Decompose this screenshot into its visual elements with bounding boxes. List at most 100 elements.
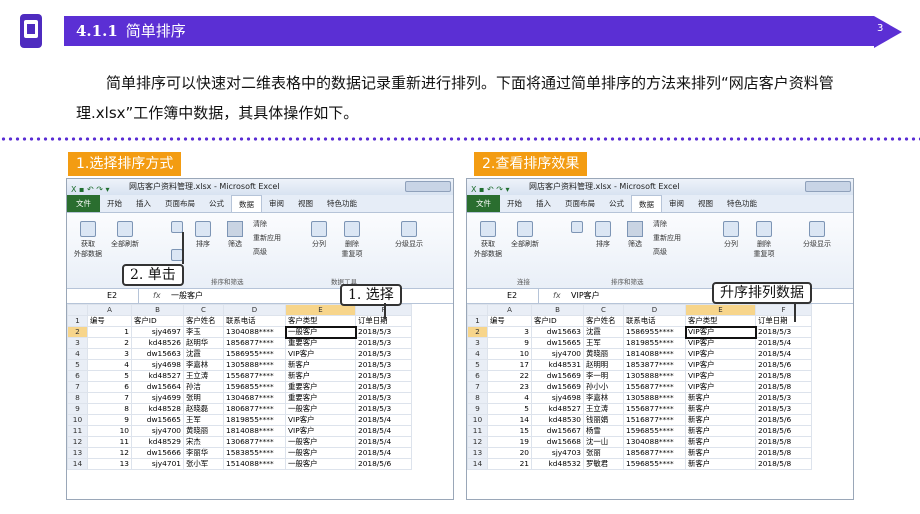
row-header[interactable]: 14: [467, 458, 488, 470]
cell[interactable]: kd48527: [531, 403, 584, 415]
cell[interactable]: 1: [87, 326, 132, 338]
cell[interactable]: sjy4701: [131, 458, 184, 470]
tab-7[interactable]: 视图: [691, 195, 720, 212]
cell[interactable]: 王立涛: [583, 403, 624, 415]
cell[interactable]: 21: [487, 458, 532, 470]
cell[interactable]: 1814088****: [223, 425, 286, 437]
cell[interactable]: VIP客户: [685, 370, 756, 382]
cell[interactable]: 孙小小: [583, 381, 624, 393]
cell[interactable]: 李嘉林: [583, 392, 624, 404]
row-header[interactable]: 6: [67, 370, 88, 382]
cell[interactable]: 1856877****: [623, 447, 686, 459]
cell[interactable]: 1516877****: [623, 414, 686, 426]
cell[interactable]: sjy4700: [131, 425, 184, 437]
row-header[interactable]: 3: [467, 337, 488, 349]
cell[interactable]: dw15665: [131, 414, 184, 426]
cell[interactable]: 2018/5/3: [755, 392, 812, 404]
row-header[interactable]: 14: [67, 458, 88, 470]
formula-input[interactable]: 一般客户: [171, 289, 203, 303]
cell[interactable]: sjy4698: [131, 359, 184, 371]
cell[interactable]: 1853877****: [623, 359, 686, 371]
split-column-button[interactable]: 分列: [717, 221, 745, 249]
cell[interactable]: 7: [87, 392, 132, 404]
cell[interactable]: 客户姓名: [583, 315, 624, 327]
cell[interactable]: 黄晓丽: [183, 425, 224, 437]
column-header[interactable]: C: [583, 304, 624, 316]
cell[interactable]: 新客户: [685, 425, 756, 437]
row-header[interactable]: 10: [467, 414, 488, 426]
row-header[interactable]: 4: [467, 348, 488, 360]
cell[interactable]: VIP客户: [685, 348, 756, 360]
cell[interactable]: 新客户: [685, 458, 756, 470]
cell[interactable]: VIP客户: [285, 425, 356, 437]
row-header[interactable]: 6: [467, 370, 488, 382]
cell[interactable]: 2018/5/6: [355, 458, 412, 470]
cell[interactable]: 重要客户: [285, 337, 356, 349]
filter-button[interactable]: 筛选: [621, 221, 649, 249]
cell[interactable]: 客户类型: [685, 315, 756, 327]
cell[interactable]: 客户类型: [285, 315, 356, 327]
cell[interactable]: 孙洁: [183, 381, 224, 393]
cell[interactable]: 一般客户: [285, 403, 356, 415]
cell[interactable]: 张明: [183, 392, 224, 404]
tab-3[interactable]: 页面布局: [558, 195, 602, 212]
cell[interactable]: 杨雪: [583, 425, 624, 437]
tab-0[interactable]: 文件: [467, 195, 500, 212]
cell[interactable]: dw15663: [531, 326, 584, 338]
cell[interactable]: 1556877****: [623, 403, 686, 415]
tab-2[interactable]: 插入: [529, 195, 558, 212]
cell[interactable]: 14: [487, 414, 532, 426]
cell[interactable]: 1806877****: [223, 403, 286, 415]
cell[interactable]: 1304088****: [223, 326, 286, 338]
column-header[interactable]: E: [685, 304, 756, 316]
cell[interactable]: 1596855****: [623, 458, 686, 470]
filter-button[interactable]: 筛选: [221, 221, 249, 249]
tab-5[interactable]: 数据: [231, 195, 262, 212]
row-header[interactable]: 11: [67, 425, 88, 437]
sort-button[interactable]: 排序: [589, 221, 617, 249]
row-header[interactable]: 10: [67, 414, 88, 426]
cell[interactable]: 新客户: [285, 359, 356, 371]
row-header[interactable]: 8: [67, 392, 88, 404]
sort-az-icon[interactable]: [567, 221, 587, 235]
cell[interactable]: 王军: [183, 414, 224, 426]
formula-input[interactable]: VIP客户: [571, 289, 600, 303]
cell[interactable]: 一般客户: [284, 325, 357, 339]
cell[interactable]: VIP客户: [685, 337, 756, 349]
column-header[interactable]: F: [755, 304, 812, 316]
cell[interactable]: 1596855****: [623, 425, 686, 437]
cell[interactable]: 李一明: [583, 370, 624, 382]
column-header[interactable]: E: [285, 304, 356, 316]
cell[interactable]: sjy4697: [131, 326, 184, 338]
cell[interactable]: VIP客户: [285, 348, 356, 360]
cell[interactable]: 8: [87, 403, 132, 415]
cell[interactable]: dw15669: [531, 381, 584, 393]
refresh-all-button[interactable]: 全部刷新: [107, 221, 143, 249]
cell[interactable]: 2: [87, 337, 132, 349]
cell[interactable]: 张丽: [583, 447, 624, 459]
cell[interactable]: 13: [87, 458, 132, 470]
cell[interactable]: 编号: [87, 315, 132, 327]
cell[interactable]: dw15664: [131, 381, 184, 393]
cell[interactable]: 一般客户: [285, 436, 356, 448]
cell[interactable]: 钱丽娟: [583, 414, 624, 426]
cell[interactable]: kd48527: [131, 370, 184, 382]
cell[interactable]: dw15665: [531, 337, 584, 349]
tab-5[interactable]: 数据: [631, 195, 662, 212]
cell[interactable]: 5: [487, 403, 532, 415]
reapply-button[interactable]: 重新应用: [253, 233, 297, 243]
reapply-button[interactable]: 重新应用: [653, 233, 697, 243]
cell[interactable]: 一般客户: [285, 458, 356, 470]
tab-1[interactable]: 开始: [500, 195, 529, 212]
select-all-corner[interactable]: [467, 304, 488, 316]
tab-3[interactable]: 页面布局: [158, 195, 202, 212]
cell[interactable]: 1305888****: [623, 392, 686, 404]
cell[interactable]: 2018/5/4: [755, 337, 812, 349]
cell[interactable]: kd48530: [531, 414, 584, 426]
column-header[interactable]: B: [531, 304, 584, 316]
cell[interactable]: 2018/5/8: [755, 447, 812, 459]
tab-2[interactable]: 插入: [129, 195, 158, 212]
advanced-button[interactable]: 高级: [253, 247, 297, 257]
clear-button[interactable]: 清除: [253, 219, 297, 229]
cell[interactable]: 1586955****: [223, 348, 286, 360]
